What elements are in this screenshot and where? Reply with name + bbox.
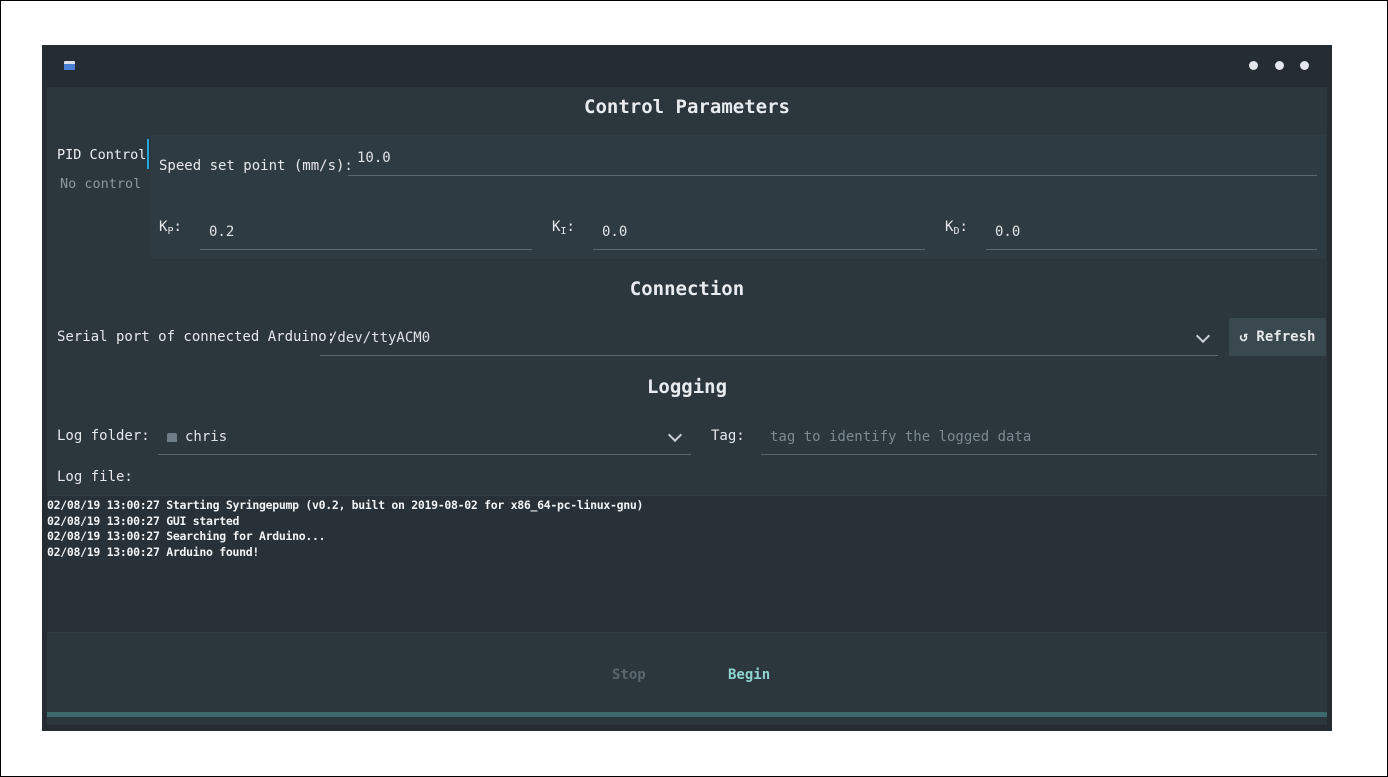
log-folder-select[interactable]: chris	[158, 419, 691, 455]
app-window: Control Parameters PID Control No contro…	[42, 45, 1332, 731]
connection-title: Connection	[629, 278, 745, 300]
speed-setpoint-value: 10.0	[357, 150, 391, 166]
refresh-icon: ↺	[1239, 329, 1248, 345]
refresh-button[interactable]: ↺ Refresh	[1229, 318, 1326, 356]
log-line: 02/08/19 13:00:27 GUI started	[47, 513, 240, 528]
app-window-icon	[64, 61, 75, 70]
tab-pid-control[interactable]: PID Control	[57, 147, 146, 163]
main-content: Control Parameters PID Control No contro…	[47, 87, 1327, 725]
tag-input[interactable]: tag to identify the logged data	[761, 419, 1317, 455]
log-output[interactable]: 02/08/19 13:00:27 Starting Syringepump (…	[47, 495, 1327, 633]
control-parameters-title: Control Parameters	[584, 96, 790, 118]
log-folder-label: Log folder:	[57, 428, 150, 444]
stop-button[interactable]: Stop	[612, 667, 646, 683]
ki-label: KI:	[552, 219, 575, 237]
speed-setpoint-input[interactable]: 10.0	[348, 140, 1317, 176]
log-line: 02/08/19 13:00:27 Searching for Arduino.…	[47, 529, 326, 543]
window-menu-dot-icon[interactable]	[1249, 61, 1258, 70]
title-bar	[42, 45, 1332, 87]
kd-label: KD:	[945, 219, 968, 237]
serial-port-value: /dev/ttyACM0	[329, 330, 431, 346]
pid-control-panel: Speed set point (mm/s): 10.0 KP: 0.2 KI:…	[151, 135, 1326, 259]
active-tab-indicator	[147, 139, 149, 169]
speed-setpoint-label: Speed set point (mm/s):	[159, 158, 353, 174]
chevron-down-icon	[667, 427, 683, 443]
log-folder-value: chris	[185, 429, 228, 445]
serial-port-select[interactable]: /dev/ttyACM0	[320, 320, 1218, 356]
tab-no-control[interactable]: No control	[60, 176, 141, 192]
home-icon	[167, 433, 177, 442]
refresh-label: Refresh	[1256, 329, 1316, 345]
kd-value: 0.0	[995, 224, 1021, 240]
kp-input[interactable]: 0.2	[200, 214, 532, 250]
ki-input[interactable]: 0.0	[593, 214, 925, 250]
kp-value: 0.2	[209, 224, 235, 240]
chevron-down-icon	[1195, 328, 1211, 344]
logging-title: Logging	[646, 376, 728, 398]
kd-input[interactable]: 0.0	[986, 214, 1317, 250]
log-line: 02/08/19 13:00:27 Starting Syringepump (…	[47, 498, 644, 512]
serial-port-label: Serial port of connected Arduino:	[57, 329, 336, 345]
begin-button[interactable]: Begin	[728, 667, 770, 683]
log-line: 02/08/19 13:00:27 Arduino found!	[47, 544, 259, 559]
control-mode-tabs: PID Control No control	[47, 139, 150, 259]
ki-value: 0.0	[602, 224, 628, 240]
window-close-dot-icon[interactable]	[1300, 61, 1309, 70]
window-minimize-dot-icon[interactable]	[1275, 61, 1284, 70]
tag-label: Tag:	[711, 428, 745, 444]
kp-label: KP:	[159, 219, 182, 237]
log-file-label: Log file:	[57, 469, 133, 485]
progress-bar	[47, 712, 1327, 717]
tag-placeholder: tag to identify the logged data	[770, 429, 1032, 445]
